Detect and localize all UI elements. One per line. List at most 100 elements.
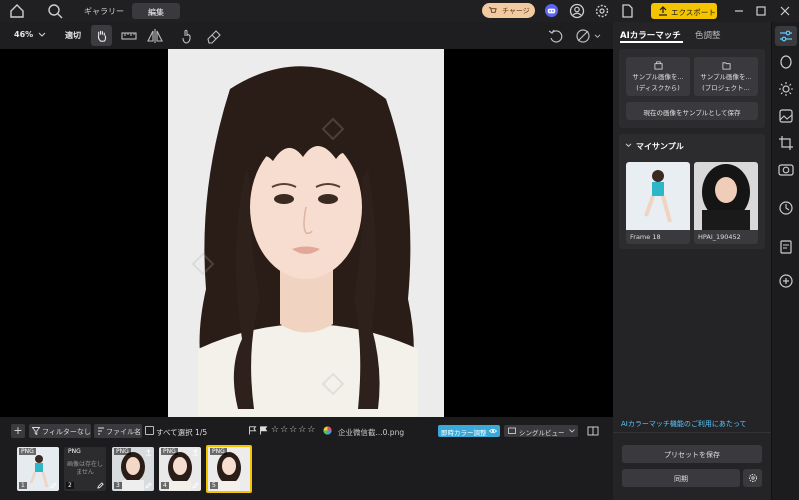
sample-from-project-button[interactable]: サンプル画像を... (プロジェクト... <box>694 57 758 96</box>
add-button[interactable]: + <box>11 424 25 438</box>
realtime-label: 即時カラー調整 <box>441 429 487 437</box>
history-icon[interactable] <box>777 199 795 217</box>
minimize-icon[interactable] <box>730 2 748 20</box>
flip-icon[interactable] <box>146 27 164 45</box>
compare-dropdown-icon[interactable] <box>594 34 601 39</box>
index-badge: 5 <box>210 482 218 489</box>
undo-icon[interactable] <box>547 27 565 45</box>
index-badge: 2 <box>66 482 74 489</box>
sync-settings-button[interactable] <box>743 469 762 487</box>
tab-edit[interactable]: 編集 <box>132 3 180 19</box>
chevron-down-icon <box>569 429 575 433</box>
save-preset-button[interactable]: プリセットを保存 <box>622 445 762 463</box>
sort-button[interactable]: ファイル名 <box>94 424 142 438</box>
panel-toggle-icon[interactable] <box>587 425 599 437</box>
sample-1-name: Frame 18 <box>630 233 661 241</box>
charge-button[interactable]: チャージ <box>482 3 535 18</box>
sliders-icon <box>780 30 792 42</box>
close-icon[interactable] <box>776 2 794 20</box>
sample-from-disk-button[interactable]: サンプル画像を... (ディスクから) <box>626 57 690 96</box>
sample-from-project-label: サンプル画像を... (プロジェクト... <box>700 73 752 92</box>
index-badge: 1 <box>19 482 27 489</box>
face-icon[interactable] <box>777 53 795 71</box>
sample-card-2[interactable]: HPAI_190452 <box>694 162 758 244</box>
select-all-checkbox[interactable] <box>145 426 154 435</box>
notes-icon[interactable] <box>777 238 795 256</box>
flag-icon[interactable] <box>248 426 257 435</box>
export-button[interactable]: エクスポート <box>651 3 717 19</box>
thumbnail-3[interactable]: PNG 3 <box>112 447 154 491</box>
sample-2-image <box>694 162 758 230</box>
thumbnail-4[interactable]: PNG 4 <box>159 447 201 491</box>
edited-icon <box>192 482 199 489</box>
thumbnail-2[interactable]: PNG 画像は存在しません 2 <box>64 447 106 491</box>
image-adjust-icon[interactable] <box>777 107 795 125</box>
brightness-icon[interactable] <box>777 80 795 98</box>
tool-rail <box>771 22 799 500</box>
upload-icon <box>659 6 667 16</box>
eraser-icon[interactable] <box>205 27 223 45</box>
account-icon[interactable] <box>568 2 586 20</box>
tab-gallery[interactable]: ギャラリー <box>84 6 124 17</box>
tab-active-underline <box>620 41 683 43</box>
format-badge: PNG <box>161 448 178 455</box>
add-circle-icon[interactable] <box>777 272 795 290</box>
document-icon[interactable] <box>618 2 636 20</box>
crop-icon[interactable] <box>777 134 795 152</box>
hand-tool-button[interactable] <box>91 25 112 46</box>
chevron-down-icon[interactable] <box>625 143 632 148</box>
my-samples-section: マイサンプル Frame 18 HPAI_190452 <box>619 134 765 249</box>
touch-icon[interactable] <box>178 27 196 45</box>
eye-icon <box>489 428 497 434</box>
realtime-color-toggle[interactable]: 即時カラー調整 <box>438 425 500 437</box>
save-current-sample-button[interactable]: 現在の画像をサンプルとして保存 <box>626 102 758 120</box>
ruler-icon[interactable] <box>120 27 138 45</box>
edited-icon <box>145 482 152 489</box>
view-mode-label: シングルビュー <box>519 429 565 437</box>
home-icon[interactable] <box>8 2 26 20</box>
view-mode-dropdown[interactable]: シングルビュー <box>504 425 578 437</box>
tab-color-adjust[interactable]: 色調整 <box>695 29 721 41</box>
single-view-icon <box>508 427 516 434</box>
compare-icon[interactable] <box>574 27 592 45</box>
thumbnail-1[interactable]: PNG 1 <box>17 447 59 491</box>
sample-card-1[interactable]: Frame 18 <box>626 162 690 244</box>
charge-label: チャージ <box>502 7 530 15</box>
fit-button[interactable]: 適切 <box>65 30 81 41</box>
gear-icon <box>749 474 757 482</box>
title-bar: ギャラリー 編集 チャージ エクスポート <box>0 0 799 22</box>
reject-flag-icon[interactable] <box>259 426 268 435</box>
portrait-image <box>168 49 444 417</box>
zoom-dropdown-icon[interactable] <box>38 32 46 38</box>
zoom-level[interactable]: 46% <box>14 30 33 39</box>
filter-button[interactable]: フィルターなし <box>29 424 91 438</box>
search-icon[interactable] <box>46 2 64 20</box>
index-badge: 4 <box>161 482 169 489</box>
color-label-icon[interactable] <box>323 426 332 435</box>
image-add-icon <box>654 61 663 70</box>
sync-button[interactable]: 同期 <box>622 469 740 487</box>
format-badge: PNG <box>114 448 131 455</box>
filmstrip-bar: + フィルターなし ファイル名 すべて選択 1/5 ☆☆☆☆☆ 企业微信截...… <box>0 417 613 500</box>
thumbnail-5-selected[interactable]: PNG 5 <box>206 445 252 493</box>
edited-icon <box>97 482 104 489</box>
sample-from-disk-label: サンプル画像を... (ディスクから) <box>632 73 684 92</box>
settings-icon[interactable] <box>593 2 611 20</box>
ai-color-match-tool[interactable] <box>775 26 797 46</box>
image-canvas[interactable] <box>0 49 613 417</box>
format-badge: PNG <box>210 448 227 455</box>
star-rating[interactable]: ☆☆☆☆☆ <box>271 425 316 435</box>
maximize-icon[interactable] <box>752 2 770 20</box>
cart-icon <box>488 7 497 13</box>
discord-icon[interactable] <box>544 3 559 18</box>
about-ai-color-match-link[interactable]: AIカラーマッチ機能のご利用にあたって <box>621 419 747 429</box>
tab-ai-color-match[interactable]: AIカラーマッチ <box>620 29 681 41</box>
sample-2-name: HPAI_190452 <box>698 233 741 241</box>
missing-image-text: 画像は存在しません <box>66 461 103 476</box>
right-panel: AIカラーマッチ 色調整 サンプル画像を... (ディスクから) サンプル画像を… <box>613 22 771 500</box>
export-status-icon <box>192 449 199 456</box>
save-current-sample-label: 現在の画像をサンプルとして保存 <box>643 109 741 117</box>
panel-divider <box>613 432 771 433</box>
camera-icon[interactable] <box>777 160 795 178</box>
current-filename: 企业微信截...0.png <box>338 428 405 437</box>
